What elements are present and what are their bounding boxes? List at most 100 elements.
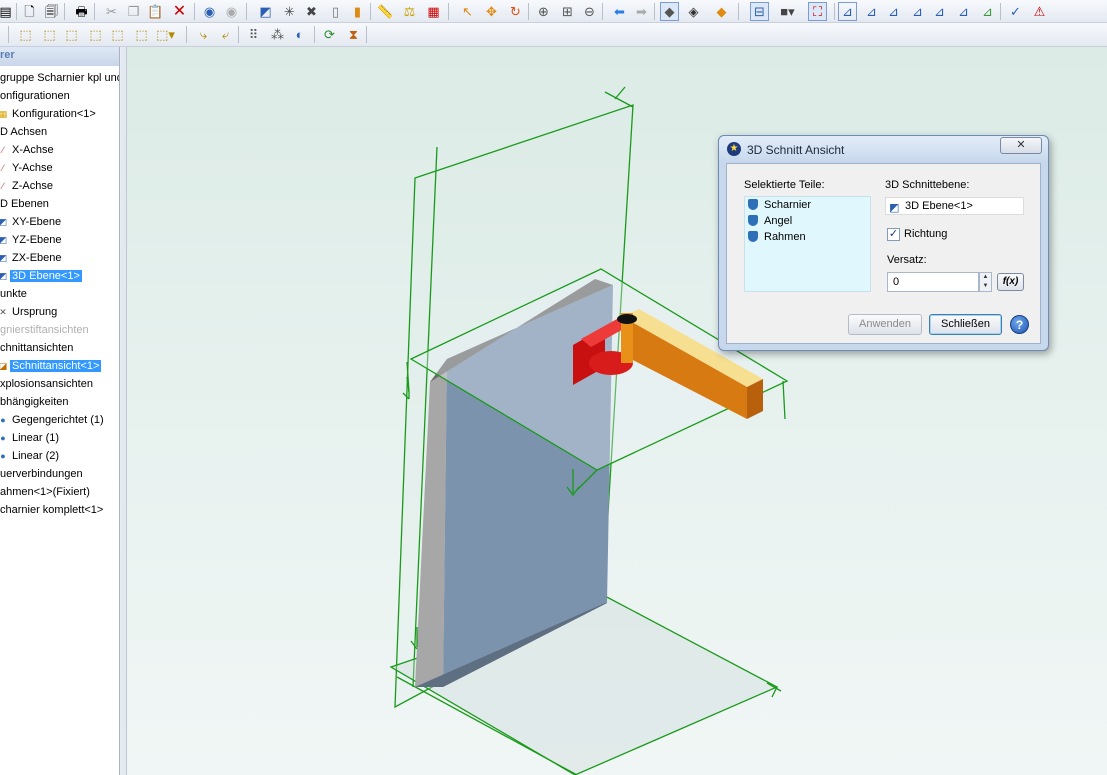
hourglass-icon[interactable]: ⧗ bbox=[344, 25, 363, 44]
zoom-in-icon[interactable]: ⊕ bbox=[534, 2, 553, 21]
toolbar-separator bbox=[64, 3, 65, 20]
back-arrow-icon[interactable]: ⬅ bbox=[610, 2, 629, 21]
tree-item[interactable]: ● Linear (2) bbox=[0, 447, 61, 465]
list-item[interactable]: Rahmen bbox=[748, 229, 806, 245]
tree-item[interactable]: ◩ ZX-Ebene bbox=[0, 249, 64, 267]
constraint-tool-icon-2[interactable]: ⊿ bbox=[862, 2, 881, 21]
axis-tool-icon[interactable]: ✳ bbox=[280, 2, 299, 21]
tree-item[interactable]: ▦ Konfiguration<1> bbox=[0, 105, 98, 123]
render-icon[interactable]: ◆ bbox=[712, 2, 731, 21]
open-document-icon[interactable]: 🗐 bbox=[42, 2, 61, 21]
tree-item[interactable]: ⁄ Y-Achse bbox=[0, 159, 55, 177]
toolbar-separator bbox=[654, 3, 655, 20]
balance-icon[interactable]: ⚖ bbox=[400, 2, 419, 21]
view-cube-icon-2[interactable]: ⬚ bbox=[40, 25, 59, 44]
delete-icon[interactable]: ✕ bbox=[170, 2, 189, 21]
warning-icon[interactable]: ⚠ bbox=[1030, 2, 1049, 21]
pattern-icon[interactable]: ⠿ bbox=[244, 25, 263, 44]
help-icon[interactable]: ? bbox=[1010, 315, 1029, 334]
tree-item[interactable]: ✕ Ursprung bbox=[0, 303, 59, 321]
constraint-tool-icon-5[interactable]: ⊿ bbox=[930, 2, 949, 21]
tree-item-label: gnierstiftansichten bbox=[0, 324, 89, 336]
dialog-close-button[interactable]: ✕ bbox=[1000, 137, 1042, 154]
tree-item[interactable]: gruppe Scharnier kpl und bbox=[0, 69, 119, 87]
tree-item[interactable]: onfigurationen bbox=[0, 87, 72, 105]
tree-item[interactable]: xplosionsansichten bbox=[0, 375, 95, 393]
copy-icon[interactable]: ❐ bbox=[124, 2, 143, 21]
direction-checkbox[interactable]: ✓ bbox=[887, 228, 900, 241]
zoom-window-icon[interactable]: ⊞ bbox=[558, 2, 577, 21]
document-tool-icon[interactable]: ▯ bbox=[326, 2, 345, 21]
tree-item[interactable]: D Achsen bbox=[0, 123, 49, 141]
layers-icon[interactable]: ◈ bbox=[684, 2, 703, 21]
view-cube-icon-6[interactable]: ⬚ bbox=[132, 25, 151, 44]
cut-icon[interactable]: ✂ bbox=[102, 2, 121, 21]
shaded-view-icon[interactable]: ◆ bbox=[660, 2, 679, 21]
constraint-tool-icon-1[interactable]: ⊿ bbox=[838, 2, 857, 21]
tree-item[interactable]: ahmen<1>(Fixiert) bbox=[0, 483, 92, 501]
tree-item[interactable]: ◩ YZ-Ebene bbox=[0, 231, 64, 249]
tree-item[interactable]: bhängigkeiten bbox=[0, 393, 71, 411]
tree-view-icon[interactable]: ⊟ bbox=[750, 2, 769, 21]
tree-item[interactable]: ⁄ X-Achse bbox=[0, 141, 56, 159]
offset-input[interactable]: 0 bbox=[887, 272, 979, 292]
list-item[interactable]: Scharnier bbox=[748, 197, 811, 213]
view-eye-icon[interactable]: ◐ bbox=[290, 25, 309, 44]
refresh-icon[interactable]: ⟳ bbox=[320, 25, 339, 44]
tree-item[interactable]: gnierstiftansichten bbox=[0, 321, 91, 339]
dialog-titlebar[interactable]: ★ 3D Schnitt Ansicht ✕ bbox=[719, 136, 1048, 162]
save-icon[interactable]: ▤ bbox=[0, 2, 15, 21]
constraint-tool-icon-7[interactable]: ⊿ bbox=[978, 2, 997, 21]
new-document-icon[interactable]: 🗋 bbox=[20, 2, 39, 21]
rotate-icon[interactable]: ↻ bbox=[506, 2, 525, 21]
constraint-icon: ● bbox=[0, 433, 6, 443]
section-plane-field[interactable]: ◩ 3D Ebene<1> bbox=[885, 197, 1024, 215]
check-icon[interactable]: ✓ bbox=[1006, 2, 1025, 21]
forward-arrow-icon[interactable]: ➡ bbox=[632, 2, 651, 21]
apply-button[interactable]: Anwenden bbox=[848, 314, 922, 335]
select-cursor-icon[interactable]: ↖ bbox=[458, 2, 477, 21]
property-icon[interactable]: ▦ bbox=[424, 2, 443, 21]
paste-icon[interactable]: 📋 bbox=[146, 2, 165, 21]
view-cube-icon-3[interactable]: ⬚ bbox=[62, 25, 81, 44]
close-button[interactable]: Schließen bbox=[929, 314, 1002, 335]
constraint-tool-icon-4[interactable]: ⊿ bbox=[908, 2, 927, 21]
list-item[interactable]: Angel bbox=[748, 213, 792, 229]
tree-item[interactable]: ◩ XY-Ebene bbox=[0, 213, 63, 231]
move-icon[interactable]: ✥ bbox=[482, 2, 501, 21]
tree-item[interactable]: ⁄ Z-Achse bbox=[0, 177, 55, 195]
tree-item[interactable]: ● Linear (1) bbox=[0, 429, 61, 447]
zoom-icon[interactable]: ⊖ bbox=[580, 2, 599, 21]
print-icon[interactable]: 🖶 bbox=[72, 2, 91, 21]
section-tool-icon[interactable]: ⛶ bbox=[808, 2, 827, 21]
explode-icon[interactable]: ⁂ bbox=[268, 25, 287, 44]
redo-icon[interactable]: ◉ bbox=[222, 2, 241, 21]
tree-item[interactable]: uerverbindungen bbox=[0, 465, 85, 483]
view-cube-dropdown-icon[interactable]: ⬚▾ bbox=[156, 25, 175, 44]
align-icon-1[interactable]: ⤷ bbox=[194, 25, 213, 44]
solid-dropdown-icon[interactable]: ■▾ bbox=[778, 2, 797, 21]
selected-parts-list[interactable]: Scharnier Angel Rahmen bbox=[744, 196, 871, 292]
measure-icon[interactable]: 📏 bbox=[376, 2, 395, 21]
material-icon[interactable]: ▮ bbox=[348, 2, 367, 21]
view-cube-icon-1[interactable]: ⬚ bbox=[16, 25, 35, 44]
offset-spinner[interactable]: ▲ ▼ bbox=[979, 272, 992, 292]
formula-button[interactable]: f(x) bbox=[997, 273, 1024, 291]
view-cube-icon-5[interactable]: ⬚ bbox=[108, 25, 127, 44]
axis-icon: ⁄ bbox=[2, 163, 4, 173]
tree-item[interactable]: chnittansichten bbox=[0, 339, 75, 357]
view-cube-icon-4[interactable]: ⬚ bbox=[86, 25, 105, 44]
tree-item[interactable]: charnier komplett<1> bbox=[0, 501, 105, 519]
tree-item[interactable]: ◪Schnittansicht<1> bbox=[0, 357, 102, 375]
constraint-tool-icon-3[interactable]: ⊿ bbox=[884, 2, 903, 21]
plane-tool-icon[interactable]: ◩ bbox=[256, 2, 275, 21]
tree-item[interactable]: unkte bbox=[0, 285, 29, 303]
undo-icon[interactable]: ◉ bbox=[200, 2, 219, 21]
align-icon-2[interactable]: ⤶ bbox=[216, 25, 235, 44]
constraint-tool-icon-6[interactable]: ⊿ bbox=[954, 2, 973, 21]
plane-icon: ◩ bbox=[0, 249, 8, 267]
point-tool-icon[interactable]: ✖ bbox=[302, 2, 321, 21]
tree-item[interactable]: ◩3D Ebene<1> bbox=[0, 267, 82, 285]
tree-item[interactable]: ● Gegengerichtet (1) bbox=[0, 411, 106, 429]
tree-item[interactable]: D Ebenen bbox=[0, 195, 51, 213]
